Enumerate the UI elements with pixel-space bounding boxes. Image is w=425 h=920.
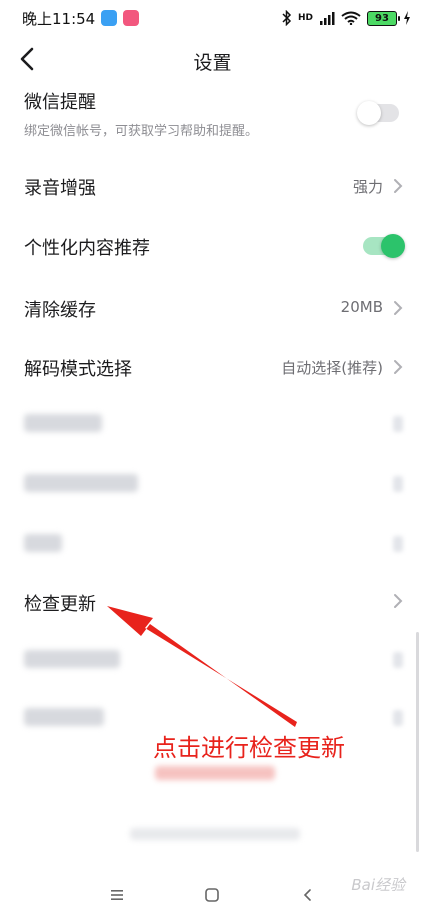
blurred-chevron bbox=[393, 536, 403, 552]
chevron-right-icon bbox=[394, 301, 403, 315]
network-type-label: HD bbox=[297, 13, 313, 23]
settings-row-decode[interactable]: 解码模式选择 自动选择(推荐) bbox=[0, 336, 425, 396]
settings-row-recording[interactable]: 录音增强 强力 bbox=[0, 156, 425, 216]
signal-icon bbox=[320, 12, 335, 25]
blurred-label bbox=[24, 474, 138, 492]
chevron-right-icon bbox=[394, 360, 403, 374]
recording-value: 强力 bbox=[352, 178, 383, 196]
battery-indicator: 93 bbox=[367, 10, 400, 26]
blurred-chevron bbox=[393, 416, 403, 432]
decode-value: 自动选择(推荐) bbox=[281, 359, 383, 377]
battery-level: 93 bbox=[375, 12, 389, 24]
settings-row-cache[interactable]: 清除缓存 20MB bbox=[0, 276, 425, 336]
decode-label: 解码模式选择 bbox=[24, 359, 132, 380]
cache-label: 清除缓存 bbox=[24, 300, 96, 321]
recording-label: 录音增强 bbox=[24, 178, 96, 199]
blurred-label bbox=[24, 650, 120, 668]
status-time: 晚上11:54 bbox=[22, 9, 96, 28]
toggle-knob bbox=[381, 234, 405, 258]
bluetooth-icon bbox=[282, 10, 292, 26]
annotation-blurred-subtext bbox=[155, 766, 275, 780]
status-bar: 晚上11:54 HD 93 bbox=[0, 0, 425, 36]
blurred-row[interactable] bbox=[0, 396, 425, 452]
cache-value: 20MB bbox=[340, 298, 383, 316]
blurred-label bbox=[24, 534, 62, 552]
wechat-label: 微信提醒 bbox=[24, 92, 96, 113]
annotation-text: 点击进行检查更新 bbox=[153, 734, 345, 762]
wechat-toggle[interactable] bbox=[357, 101, 399, 125]
video-app-icon bbox=[123, 10, 140, 26]
personalized-label: 个性化内容推荐 bbox=[24, 238, 150, 259]
chevron-left-icon bbox=[303, 889, 311, 901]
blurred-label bbox=[24, 414, 102, 432]
home-square-icon bbox=[205, 888, 219, 902]
blurred-row[interactable] bbox=[0, 630, 425, 688]
chevron-right-icon bbox=[394, 594, 403, 608]
scrollbar[interactable] bbox=[416, 632, 419, 852]
menu-icon bbox=[111, 890, 123, 900]
settings-row-personalized: 个性化内容推荐 bbox=[0, 216, 425, 276]
blurred-row[interactable] bbox=[0, 514, 425, 572]
chat-app-icon bbox=[101, 10, 118, 26]
menu-button[interactable] bbox=[104, 882, 130, 908]
personalized-toggle[interactable] bbox=[363, 234, 405, 258]
nav-bar: 设置 bbox=[0, 36, 425, 84]
blurred-chevron bbox=[393, 476, 403, 492]
home-button[interactable] bbox=[199, 882, 225, 908]
settings-row-update[interactable]: 检查更新 bbox=[0, 572, 425, 628]
update-label: 检查更新 bbox=[24, 594, 96, 615]
settings-row-wechat: 微信提醒 绑定微信帐号，可获取学习帮助和提醒。 bbox=[0, 84, 425, 144]
blurred-label bbox=[24, 708, 104, 726]
footer-blurred-text bbox=[130, 828, 300, 840]
blurred-chevron bbox=[393, 652, 403, 668]
page-title: 设置 bbox=[193, 52, 232, 74]
watermark: Bai经验 bbox=[351, 876, 405, 894]
charging-icon bbox=[404, 11, 410, 25]
chevron-right-icon bbox=[394, 179, 403, 193]
wifi-icon bbox=[341, 11, 361, 25]
status-right: HD 93 bbox=[282, 10, 411, 26]
blurred-row[interactable] bbox=[0, 454, 425, 514]
status-left: 晚上11:54 bbox=[22, 8, 140, 29]
system-back-button[interactable] bbox=[294, 882, 320, 908]
wechat-sub: 绑定微信帐号，可获取学习帮助和提醒。 bbox=[24, 124, 259, 139]
toggle-knob bbox=[357, 101, 381, 125]
blurred-chevron bbox=[393, 710, 403, 726]
